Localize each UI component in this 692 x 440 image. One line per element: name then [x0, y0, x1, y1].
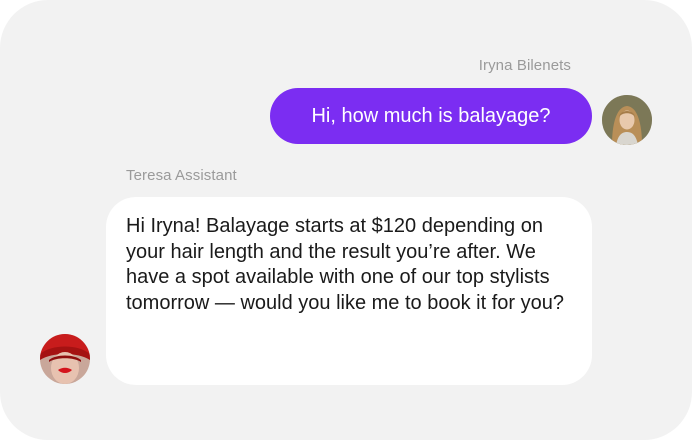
red-hat-woman-avatar-icon	[40, 334, 90, 384]
chat-panel: Iryna Bilenets Hi, how much is balayage?…	[0, 0, 692, 440]
user-message-text: Hi, how much is balayage?	[311, 104, 551, 127]
assistant-message-text: Hi Iryna! Balayage starts at $120 depend…	[126, 215, 564, 314]
user-avatar	[602, 95, 652, 145]
user-message-bubble: Hi, how much is balayage?	[270, 88, 592, 144]
assistant-name-label: Teresa Assistant	[126, 167, 237, 184]
assistant-avatar	[40, 334, 90, 384]
user-name-label: Iryna Bilenets	[478, 57, 571, 74]
assistant-message-bubble: Hi Iryna! Balayage starts at $120 depend…	[106, 197, 592, 385]
woman-portrait-avatar-icon	[602, 95, 652, 145]
